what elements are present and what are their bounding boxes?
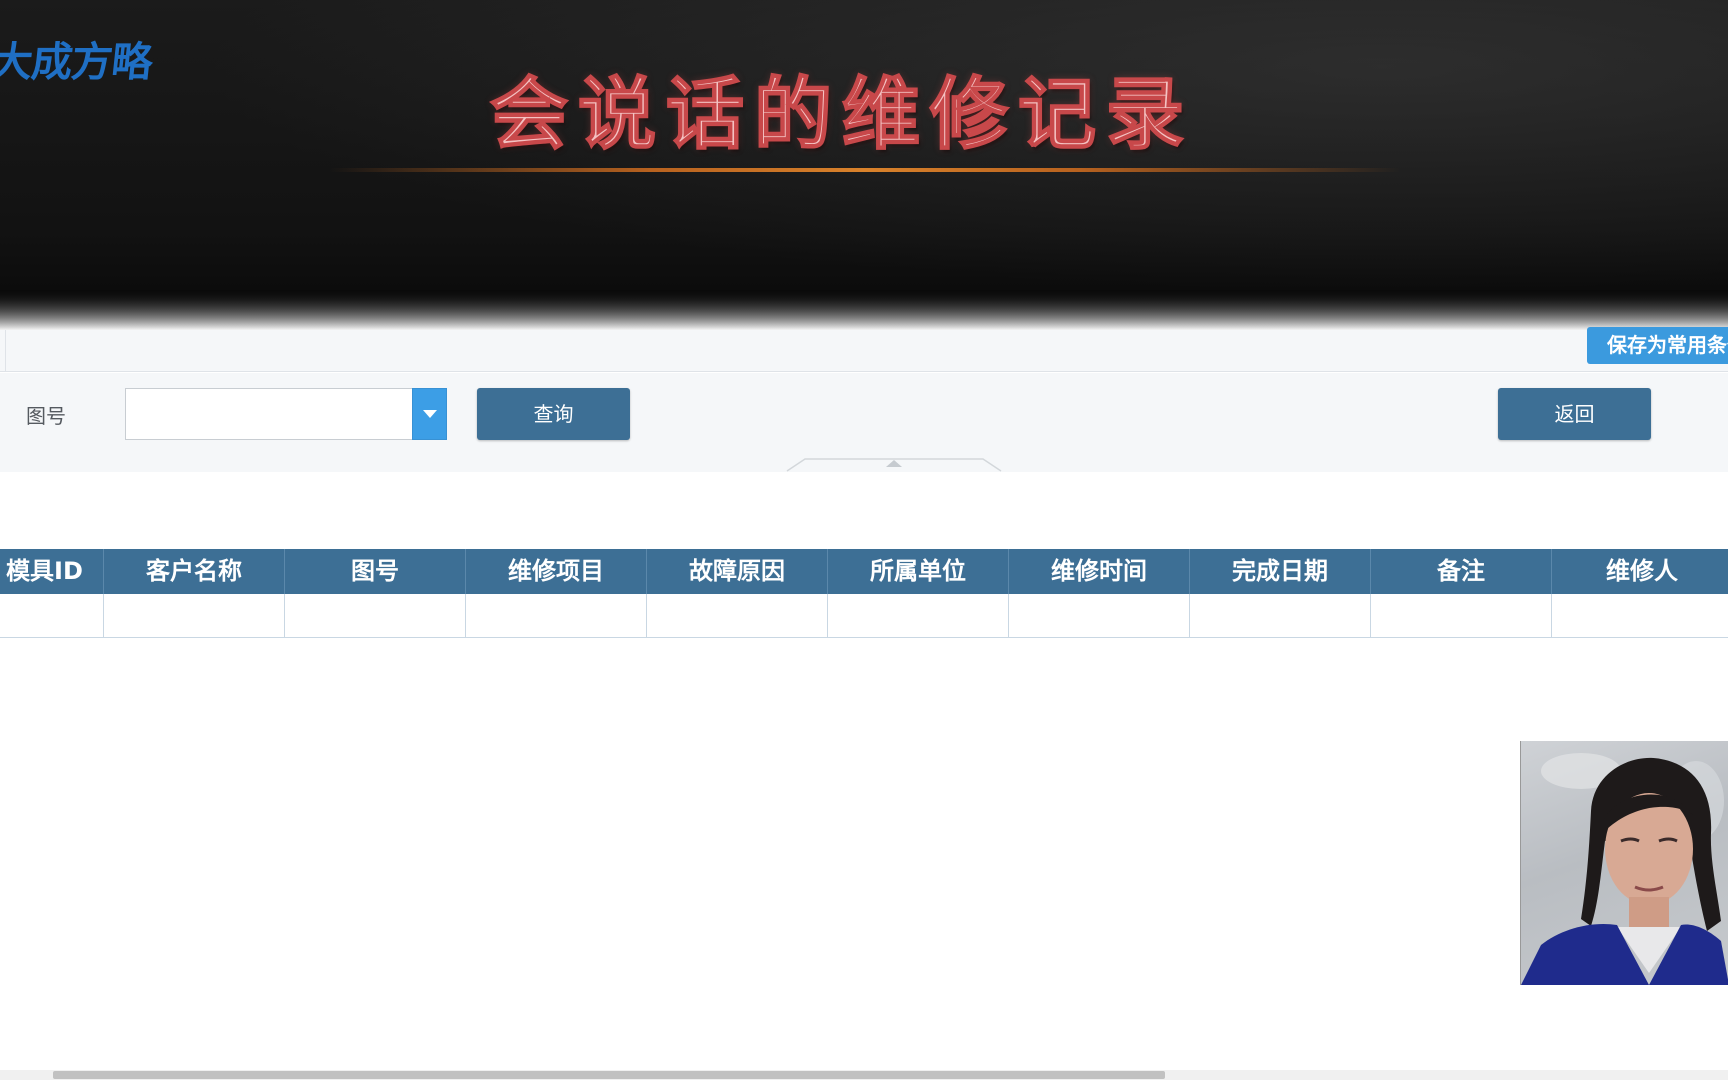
column-header-10[interactable]: 维修人 [1552,549,1728,594]
dropdown-toggle[interactable] [412,388,447,440]
table-cell[interactable] [647,594,828,638]
presenter-webcam [1520,741,1728,985]
save-as-common-condition-button[interactable]: 保存为常用条件 [1587,327,1728,364]
query-button[interactable]: 查询 [477,388,630,440]
scrollbar-thumb[interactable] [53,1071,1165,1079]
column-header-9[interactable]: 备注 [1371,549,1552,594]
column-header-1[interactable]: 模具ID [0,549,104,594]
back-button[interactable]: 返回 [1498,388,1651,440]
presenter-image [1521,753,1728,985]
table-cell[interactable] [0,594,104,638]
table-cell[interactable] [1009,594,1190,638]
banner-fade [0,290,1728,332]
table-cell[interactable] [104,594,285,638]
title-banner [0,0,1728,330]
column-header-8[interactable]: 完成日期 [1190,549,1371,594]
table-cell[interactable] [828,594,1009,638]
caret-down-icon [422,410,437,418]
table-cell[interactable] [285,594,466,638]
table-cell[interactable] [1190,594,1371,638]
column-header-4[interactable]: 维修项目 [466,549,647,594]
collapse-up-icon [786,458,1002,472]
table-cell[interactable] [466,594,647,638]
drawing-number-input[interactable] [125,388,413,440]
table-cell[interactable] [1552,594,1728,638]
drawing-number-label: 图号 [26,404,66,428]
column-header-5[interactable]: 故障原因 [647,549,828,594]
banner-title: 会说话的维修记录 [489,68,1194,161]
column-header-6[interactable]: 所属单位 [828,549,1009,594]
column-header-7[interactable]: 维修时间 [1009,549,1190,594]
brand-logo: 大成方略 [0,38,155,86]
strip-edge [0,330,6,372]
column-header-2[interactable]: 客户名称 [104,549,285,594]
table-row[interactable] [0,594,1728,638]
condition-strip [0,330,1728,372]
column-header-3[interactable]: 图号 [285,549,466,594]
title-underline [330,168,1400,172]
collapse-handle[interactable] [785,456,1003,472]
table-cell[interactable] [1371,594,1552,638]
app-window: 大成方略 会说话的维修记录 保存为常用条件 图号 查询 返回 模具ID客户名称图… [0,0,1728,1080]
grid-header: 模具ID 客户名称 图号 维修项目 故障原因 所属单位 维修时间 完成日期 备注 维修人 [0,549,1728,594]
